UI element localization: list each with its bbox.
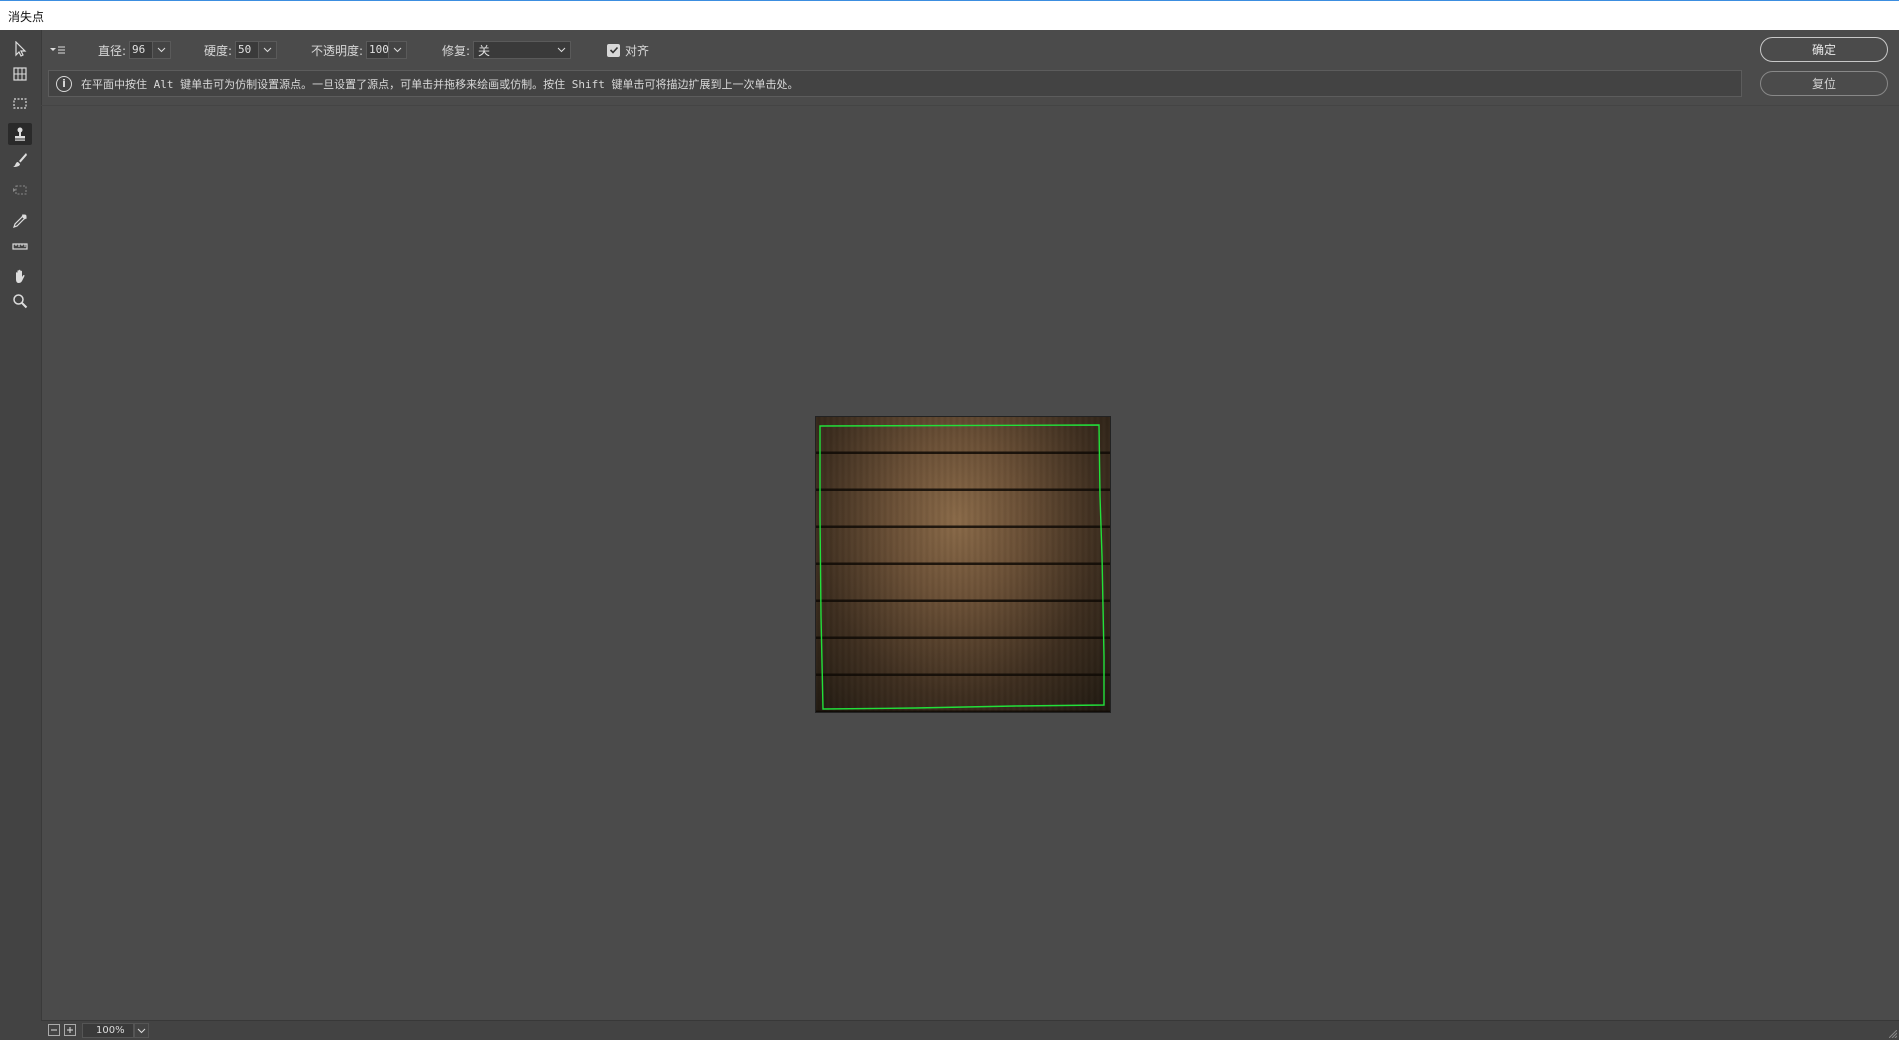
brush-tool[interactable] xyxy=(8,149,32,171)
measure-tool[interactable] xyxy=(8,235,32,257)
hardness-dropdown[interactable] xyxy=(259,41,278,59)
opacity-input[interactable]: 100 xyxy=(366,41,390,59)
ok-button[interactable]: 确定 xyxy=(1760,37,1888,62)
opacity-dropdown[interactable] xyxy=(389,41,408,59)
diameter-dropdown[interactable] xyxy=(153,41,172,59)
stamp-tool[interactable] xyxy=(8,123,32,145)
edit-plane-tool[interactable] xyxy=(8,38,32,60)
divider xyxy=(41,105,1899,106)
eyedropper-tool[interactable] xyxy=(8,210,32,232)
plane-grid[interactable] xyxy=(815,416,1111,713)
heal-select[interactable]: 关 xyxy=(473,41,572,59)
align-control[interactable]: 对齐 xyxy=(607,38,649,62)
hand-icon xyxy=(16,269,25,283)
flyout-menu-icon xyxy=(50,46,65,54)
hardness-input[interactable]: 50 xyxy=(235,41,260,59)
heal-control: 修复: 关 xyxy=(442,38,572,62)
opacity-label: 不透明度: xyxy=(311,43,364,58)
arrow-icon xyxy=(15,41,27,57)
grid-plane-icon xyxy=(13,67,27,81)
create-plane-tool[interactable] xyxy=(8,63,32,85)
chevron-down-icon xyxy=(157,47,166,53)
hardness-label: 硬度: xyxy=(204,43,233,58)
diameter-label: 直径: xyxy=(98,43,127,58)
transform-icon xyxy=(13,185,27,195)
eyedropper-icon xyxy=(13,213,28,228)
checkmark-icon xyxy=(609,46,618,54)
ruler-icon xyxy=(12,243,28,250)
chevron-down-icon xyxy=(263,47,272,53)
chevron-down-icon xyxy=(557,47,566,53)
zoom-tool[interactable] xyxy=(8,290,32,312)
zoom-out-button[interactable] xyxy=(48,1024,60,1036)
heal-label: 修复: xyxy=(442,43,471,58)
hand-tool[interactable] xyxy=(8,265,32,287)
stamp-icon xyxy=(15,127,25,141)
align-label: 对齐 xyxy=(625,43,650,58)
marquee-icon xyxy=(13,98,27,109)
zoom-dropdown[interactable] xyxy=(134,1023,149,1038)
opacity-control: 不透明度: 100 xyxy=(311,38,408,62)
info-bar: i 在平面中按住 Alt 键单击可为仿制设置源点。一旦设置了源点，可单击并拖移来… xyxy=(48,70,1742,97)
plus-icon xyxy=(67,1027,73,1033)
zoom-level[interactable]: 100% xyxy=(82,1023,134,1038)
align-checkbox[interactable] xyxy=(607,43,620,57)
minus-icon xyxy=(51,1029,57,1031)
zoom-bar: 100% xyxy=(41,1020,1899,1040)
brush-icon xyxy=(13,153,27,167)
zoom-in-button[interactable] xyxy=(64,1024,76,1036)
resize-grip-icon[interactable] xyxy=(1889,1030,1897,1038)
tools-panel xyxy=(0,30,42,1040)
hardness-control: 硬度: 50 xyxy=(204,38,278,62)
heal-select-value: 关 xyxy=(478,43,491,58)
window-titlebar: 消失点 xyxy=(0,0,1899,30)
diameter-control: 直径: 96 xyxy=(98,38,172,62)
chevron-down-icon xyxy=(137,1028,146,1033)
transform-tool[interactable] xyxy=(8,179,32,201)
window-title: 消失点 xyxy=(8,10,45,24)
info-icon: i xyxy=(56,75,72,92)
info-text: 在平面中按住 Alt 键单击可为仿制设置源点。一旦设置了源点，可单击并拖移来绘画… xyxy=(81,77,799,91)
zoom-icon xyxy=(13,294,28,309)
chevron-down-icon xyxy=(393,47,402,53)
diameter-input[interactable]: 96 xyxy=(129,41,154,59)
reset-button[interactable]: 复位 xyxy=(1760,71,1888,96)
tool-options-menu[interactable] xyxy=(50,38,66,62)
marquee-tool[interactable] xyxy=(8,92,32,114)
